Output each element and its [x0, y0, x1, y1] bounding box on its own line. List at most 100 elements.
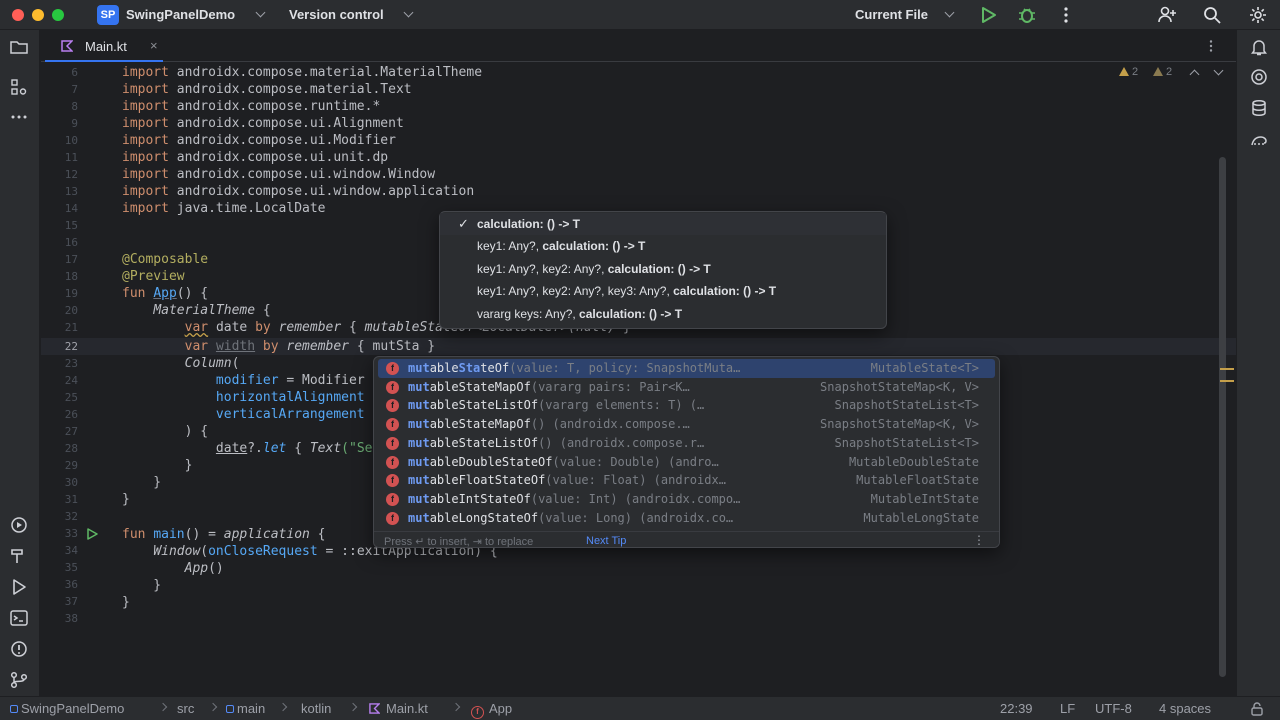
- completion-item[interactable]: f mutableStateMapOf() (androidx.compose.……: [378, 415, 995, 434]
- breadcrumb-project[interactable]: SwingPanelDemo: [10, 701, 124, 716]
- chevron-right-icon: [451, 702, 461, 712]
- code-line-31: }: [122, 492, 130, 507]
- chevron-down-icon[interactable]: [1213, 65, 1224, 76]
- indent-setting[interactable]: 4 spaces: [1159, 701, 1211, 716]
- completion-signature: (value: Long) (androidx.co…: [538, 510, 734, 525]
- completion-item[interactable]: f mutableFloatStateOf(value: Float) (andr…: [378, 471, 995, 490]
- run-tool-icon[interactable]: [9, 577, 29, 597]
- code-line-6: import androidx.compose.material.Materia…: [122, 65, 483, 80]
- chevron-right-icon: [158, 702, 168, 712]
- warning-count: 2: [1132, 66, 1139, 78]
- line-number: 24: [64, 374, 78, 387]
- close-icon[interactable]: ×: [150, 38, 158, 53]
- project-badge[interactable]: SP: [97, 5, 119, 25]
- file-encoding[interactable]: UTF-8: [1095, 701, 1132, 716]
- structure-icon[interactable]: [9, 77, 29, 97]
- code-line-22[interactable]: var width by remember { mutSta }: [122, 338, 435, 355]
- line-number: 27: [64, 425, 78, 438]
- breadcrumb-kotlin[interactable]: kotlin: [301, 701, 331, 716]
- line-number: 12: [64, 168, 78, 181]
- line-number: 8: [71, 100, 78, 113]
- line-number: 19: [64, 287, 78, 300]
- completion-name: mutableIntStateOf(value: Int) (androidx.…: [408, 491, 741, 506]
- database-icon[interactable]: [1249, 98, 1269, 118]
- breadcrumb-file[interactable]: Main.kt: [369, 701, 428, 716]
- chevron-down-icon[interactable]: [944, 7, 955, 18]
- line-number: 7: [71, 83, 78, 96]
- terminal-icon[interactable]: [9, 608, 29, 628]
- function-icon: f: [386, 380, 399, 394]
- function-icon: f: [386, 418, 399, 432]
- tab-main-kt[interactable]: Main.kt ×: [45, 30, 163, 62]
- caret-position[interactable]: 22:39: [1000, 701, 1033, 716]
- search-icon[interactable]: [1202, 5, 1222, 25]
- debug-icon[interactable]: [1017, 5, 1037, 25]
- warning-marker[interactable]: [1220, 380, 1234, 382]
- completion-signature: (value: Double) (andro…: [552, 454, 719, 469]
- line-number: 28: [64, 442, 78, 455]
- breadcrumb-function[interactable]: f App: [471, 701, 512, 719]
- line-number: 10: [64, 134, 78, 147]
- ai-assistant-icon[interactable]: [1249, 67, 1269, 87]
- problems-icon[interactable]: [9, 639, 29, 659]
- next-tip-link[interactable]: Next Tip: [586, 535, 626, 547]
- completion-return-type: SnapshotStateList<T>: [834, 435, 980, 450]
- git-icon[interactable]: [9, 670, 29, 690]
- run-configuration-selector[interactable]: Current File: [855, 7, 928, 22]
- completion-return-type: MutableState<T>: [870, 361, 979, 375]
- completion-item[interactable]: f mutableDoubleStateOf(value: Double) (an…: [378, 453, 995, 472]
- notifications-bell-icon[interactable]: [1249, 37, 1269, 57]
- inspection-warnings[interactable]: 2: [1119, 66, 1138, 78]
- completion-item[interactable]: f mutableIntStateOf(value: Int) (androidx…: [378, 490, 995, 509]
- function-icon: f: [386, 474, 399, 488]
- line-number: 36: [64, 578, 78, 591]
- vertical-scrollbar[interactable]: [1219, 157, 1226, 677]
- services-icon[interactable]: [9, 515, 29, 535]
- gradle-icon[interactable]: [1249, 130, 1269, 150]
- chevron-down-icon[interactable]: [255, 7, 266, 18]
- code-line-24: modifier = Modifier: [215, 373, 365, 388]
- completion-item[interactable]: f mutableStateListOf(vararg elements: T) …: [378, 396, 995, 415]
- title-bar: SP SwingPanelDemo Version control Curren…: [0, 0, 1280, 30]
- breadcrumb-main[interactable]: main: [226, 701, 265, 716]
- line-number: 33: [64, 527, 78, 540]
- window-close-button[interactable]: [12, 9, 24, 21]
- chevron-down-icon[interactable]: [403, 7, 414, 18]
- completion-item[interactable]: f mutableStateOf(value: T, policy: Snapsh…: [378, 359, 995, 378]
- build-hammer-icon[interactable]: [9, 546, 29, 566]
- breadcrumb-src[interactable]: src: [177, 701, 194, 716]
- code-line-27: ) {: [122, 424, 209, 439]
- more-tools-icon[interactable]: [9, 107, 29, 127]
- project-selector[interactable]: SwingPanelDemo: [126, 7, 235, 22]
- run-icon[interactable]: [978, 5, 998, 25]
- completion-item[interactable]: f mutableStateMapOf(vararg pairs: Pair<K……: [378, 378, 995, 397]
- run-gutter-icon[interactable]: [86, 528, 98, 540]
- project-folder-icon[interactable]: [9, 37, 29, 57]
- function-icon: f: [386, 492, 399, 506]
- inspection-weak-warnings[interactable]: 2: [1153, 66, 1172, 78]
- completion-return-type: SnapshotStateList<T>: [834, 398, 980, 413]
- code-line-11: import androidx.compose.ui.unit.dp: [122, 150, 389, 165]
- settings-gear-icon[interactable]: [1248, 5, 1268, 25]
- completion-item[interactable]: f mutableStateListOf() (androidx.compose.…: [378, 434, 995, 453]
- completion-return-type: MutableDoubleState: [848, 454, 979, 469]
- editor-tab-bar: Main.kt ×: [41, 30, 1236, 62]
- completion-item[interactable]: f mutableLongStateOf(value: Long) (androi…: [378, 509, 995, 528]
- tab-options-icon[interactable]: [1204, 39, 1218, 53]
- line-number: 6: [71, 66, 78, 79]
- more-actions-icon[interactable]: [1056, 5, 1076, 25]
- completion-signature: (value: Float) (androidx…: [545, 473, 726, 488]
- completion-signature: () (androidx.compose.r…: [538, 435, 705, 450]
- line-separator[interactable]: LF: [1060, 701, 1075, 716]
- window-minimize-button[interactable]: [32, 9, 44, 21]
- window-maximize-button[interactable]: [52, 9, 64, 21]
- completion-name: mutableDoubleStateOf(value: Double) (and…: [408, 454, 719, 469]
- warning-marker[interactable]: [1220, 368, 1234, 370]
- completion-signature: (vararg pairs: Pair<K…: [530, 379, 690, 394]
- line-number-gutter: 6 7 8 9 10 11 12 13 14 15 16 17 18 19 20 21 22 23 24 25 26 27…: [41, 62, 113, 696]
- add-user-icon[interactable]: [1157, 5, 1177, 25]
- completion-options-icon[interactable]: ⋮: [973, 533, 985, 547]
- version-control-menu[interactable]: Version control: [289, 7, 384, 22]
- chevron-up-icon[interactable]: [1189, 69, 1200, 80]
- lock-icon[interactable]: [1249, 701, 1265, 717]
